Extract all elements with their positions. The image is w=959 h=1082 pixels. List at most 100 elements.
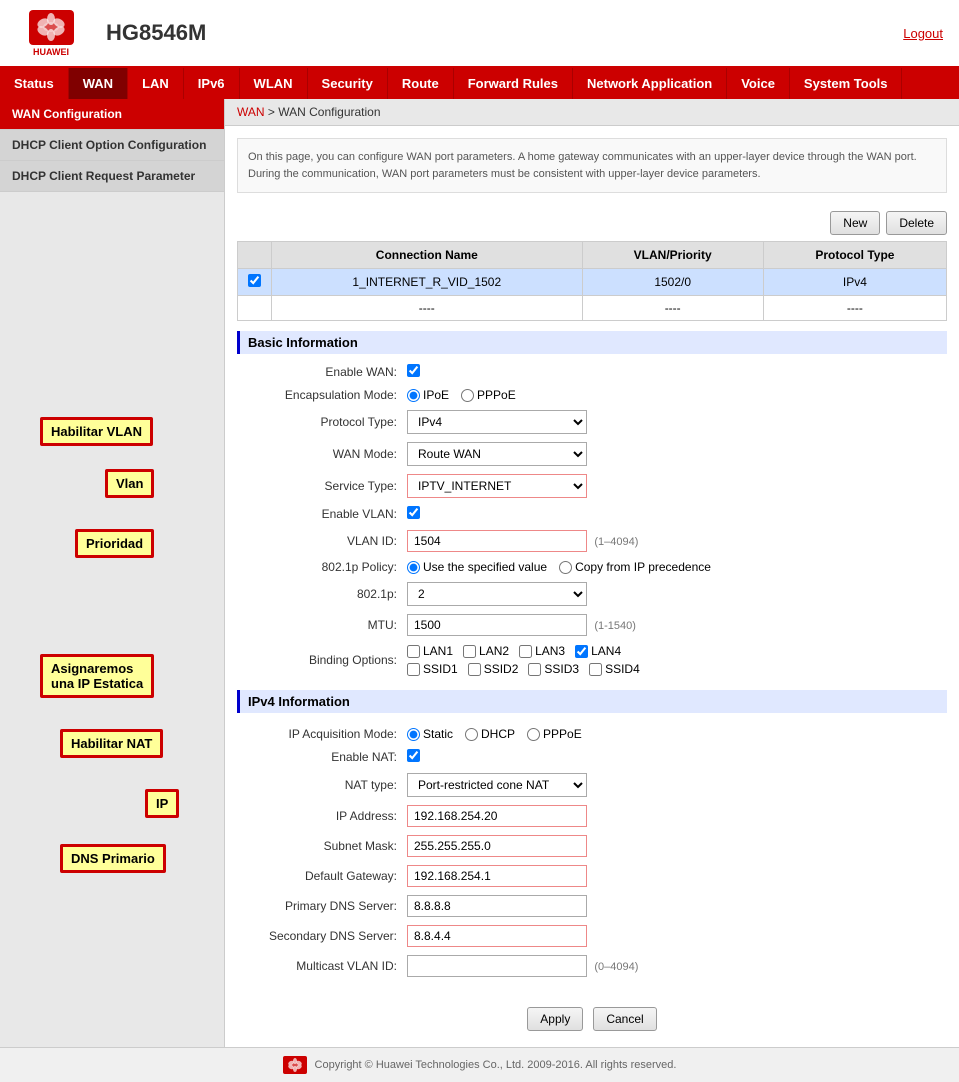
8021p-policy-row: 802.1p Policy: Use the specified value C…	[237, 556, 947, 578]
protocol-type-control: IPv4 IPv6 IPv4/IPv6	[407, 410, 947, 434]
8021p-policy-control: Use the specified value Copy from IP pre…	[407, 560, 947, 574]
protocol-type-select[interactable]: IPv4 IPv6 IPv4/IPv6	[407, 410, 587, 434]
row-checkbox-cell[interactable]	[238, 269, 272, 296]
breadcrumb-parent[interactable]: WAN	[237, 105, 265, 119]
encap-ipoe-option[interactable]: IPoE	[407, 388, 449, 402]
multicast-vlan-row: Multicast VLAN ID: (0–4094)	[237, 951, 947, 981]
main-nav: Status WAN LAN IPv6 WLAN Security Route …	[0, 68, 959, 99]
encap-pppoe-radio[interactable]	[461, 389, 474, 402]
encap-pppoe-label: PPPoE	[477, 388, 516, 402]
ip-acq-dhcp-radio[interactable]	[465, 728, 478, 741]
enable-nat-checkbox[interactable]	[407, 749, 420, 762]
wan-mode-control: Route WAN Bridge WAN	[407, 442, 947, 466]
ip-acq-static-radio[interactable]	[407, 728, 420, 741]
enable-wan-row: Enable WAN:	[237, 360, 947, 384]
subnet-mask-input[interactable]	[407, 835, 587, 857]
binding-ssid4-checkbox[interactable]	[589, 663, 602, 676]
nav-ipv6[interactable]: IPv6	[184, 68, 240, 99]
binding-lan3-option[interactable]: LAN3	[519, 644, 565, 658]
encap-mode-label: Encapsulation Mode:	[237, 388, 407, 402]
encap-pppoe-option[interactable]: PPPoE	[461, 388, 516, 402]
enable-vlan-label: Enable VLAN:	[237, 507, 407, 521]
table-header-checkbox	[238, 242, 272, 269]
new-button[interactable]: New	[830, 211, 880, 235]
sidebar-item-dhcp-option[interactable]: DHCP Client Option Configuration	[0, 130, 224, 161]
nav-wan[interactable]: WAN	[69, 68, 128, 99]
ip-acq-mode-row: IP Acquisition Mode: Static DHCP PPPo	[237, 723, 947, 745]
binding-lan2-option[interactable]: LAN2	[463, 644, 509, 658]
binding-ssid3-checkbox[interactable]	[528, 663, 541, 676]
ip-acq-static-option[interactable]: Static	[407, 727, 453, 741]
ip-acq-dhcp-label: DHCP	[481, 727, 515, 741]
annotation-vlan: Vlan	[105, 469, 154, 498]
policy-copy-radio[interactable]	[559, 561, 572, 574]
nav-network-app[interactable]: Network Application	[573, 68, 727, 99]
annotation-dns-primario: DNS Primario	[60, 844, 166, 873]
policy-specified-radio[interactable]	[407, 561, 420, 574]
encap-mode-control: IPoE PPPoE	[407, 388, 947, 402]
mtu-input[interactable]	[407, 614, 587, 636]
binding-lan2-checkbox[interactable]	[463, 645, 476, 658]
ip-acq-dhcp-option[interactable]: DHCP	[465, 727, 515, 741]
ip-acq-mode-control: Static DHCP PPPoE	[407, 727, 947, 741]
enable-vlan-checkbox[interactable]	[407, 506, 420, 519]
row-checkbox[interactable]	[248, 274, 261, 287]
sidebar-item-dhcp-param[interactable]: DHCP Client Request Parameter	[0, 161, 224, 192]
delete-button[interactable]: Delete	[886, 211, 947, 235]
ip-acq-static-label: Static	[423, 727, 453, 741]
nav-wlan[interactable]: WLAN	[240, 68, 308, 99]
nav-voice[interactable]: Voice	[727, 68, 790, 99]
logout-button[interactable]: Logout	[903, 26, 943, 41]
nav-lan[interactable]: LAN	[128, 68, 184, 99]
cancel-button[interactable]: Cancel	[593, 1007, 656, 1031]
binding-lan1-option[interactable]: LAN1	[407, 644, 453, 658]
binding-ssid1-option[interactable]: SSID1	[407, 662, 458, 676]
table-row[interactable]: 1_INTERNET_R_VID_1502 1502/0 IPv4	[238, 269, 947, 296]
mtu-control: (1-1540)	[407, 614, 947, 636]
encap-ipoe-radio[interactable]	[407, 389, 420, 402]
enable-wan-label: Enable WAN:	[237, 365, 407, 379]
ip-address-input[interactable]	[407, 805, 587, 827]
binding-ssid3-option[interactable]: SSID3	[528, 662, 579, 676]
nat-type-select[interactable]: Port-restricted cone NAT Full cone NAT S…	[407, 773, 587, 797]
ip-acq-pppoe-option[interactable]: PPPoE	[527, 727, 582, 741]
breadcrumb-current: WAN Configuration	[278, 105, 380, 119]
binding-ssid1-checkbox[interactable]	[407, 663, 420, 676]
apply-button[interactable]: Apply	[527, 1007, 583, 1031]
policy-copy-option[interactable]: Copy from IP precedence	[559, 560, 711, 574]
wan-mode-select[interactable]: Route WAN Bridge WAN	[407, 442, 587, 466]
binding-ssid2-checkbox[interactable]	[468, 663, 481, 676]
logout-area: Logout	[903, 26, 943, 41]
nav-system-tools[interactable]: System Tools	[790, 68, 903, 99]
secondary-dns-input[interactable]	[407, 925, 587, 947]
binding-ssid2-option[interactable]: SSID2	[468, 662, 519, 676]
multicast-vlan-input[interactable]	[407, 955, 587, 977]
policy-specified-option[interactable]: Use the specified value	[407, 560, 547, 574]
ip-acq-pppoe-radio[interactable]	[527, 728, 540, 741]
toolbar: New Delete	[225, 205, 959, 241]
vlan-id-input[interactable]	[407, 530, 587, 552]
sidebar-item-wan-config[interactable]: WAN Configuration	[0, 99, 224, 130]
nav-security[interactable]: Security	[308, 68, 388, 99]
8021p-select[interactable]: 0 1 2 3	[407, 582, 587, 606]
nav-status[interactable]: Status	[0, 68, 69, 99]
nav-route[interactable]: Route	[388, 68, 454, 99]
binding-lan4-checkbox[interactable]	[575, 645, 588, 658]
binding-lan4-option[interactable]: LAN4	[575, 644, 621, 658]
binding-ssid4-option[interactable]: SSID4	[589, 662, 640, 676]
row-checkbox-cell	[238, 296, 272, 321]
binding-lan1-checkbox[interactable]	[407, 645, 420, 658]
service-type-select[interactable]: IPTV_INTERNET INTERNET TR069 OTHER	[407, 474, 587, 498]
vlan-id-label: VLAN ID:	[237, 534, 407, 548]
table-row[interactable]: ---- ---- ----	[238, 296, 947, 321]
page-footer: Copyright © Huawei Technologies Co., Ltd…	[0, 1047, 959, 1082]
binding-lan3-checkbox[interactable]	[519, 645, 532, 658]
8021p-policy-label: 802.1p Policy:	[237, 560, 407, 574]
default-gw-input[interactable]	[407, 865, 587, 887]
enable-wan-checkbox[interactable]	[407, 364, 420, 377]
secondary-dns-label: Secondary DNS Server:	[237, 929, 407, 943]
subnet-mask-row: Subnet Mask:	[237, 831, 947, 861]
primary-dns-row: Primary DNS Server:	[237, 891, 947, 921]
nav-forward-rules[interactable]: Forward Rules	[454, 68, 573, 99]
subnet-mask-control	[407, 835, 947, 857]
